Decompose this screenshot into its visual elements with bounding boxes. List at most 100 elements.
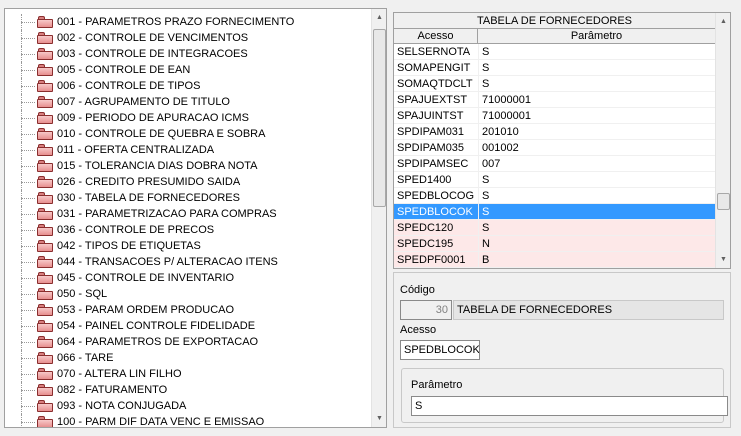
cell-parametro: S <box>482 62 490 74</box>
tree-item[interactable]: 002 - CONTROLE DE VENCIMENTOS <box>5 30 371 46</box>
cell-parametro: 201010 <box>482 126 519 138</box>
tree-item[interactable]: 005 - CONTROLE DE EAN <box>5 62 371 78</box>
grid-rows: SELSERNOTA S SOMAPENGIT S SOMAQTDCLT S SPAJUEX… <box>394 44 715 268</box>
tree-scrollbar[interactable]: ▲ ▼ <box>371 9 386 427</box>
tree-item[interactable]: 036 - CONTROLE DE PRECOS <box>5 222 371 238</box>
cell-acesso: SPED1400 <box>397 174 452 186</box>
tree-connector <box>21 54 35 55</box>
grid-row[interactable]: SPEDBLOCOG S <box>394 188 715 204</box>
codigo-field[interactable]: 30 <box>400 300 452 320</box>
grid-scrollbar[interactable]: ▲ ▼ <box>715 13 730 268</box>
tree-item[interactable]: 054 - PAINEL CONTROLE FIDELIDADE <box>5 318 371 334</box>
grid-row[interactable]: SPDIPAMSEC 007 <box>394 156 715 172</box>
tree-item[interactable]: 001 - PARAMETROS PRAZO FORNECIMENTO <box>5 14 371 30</box>
column-header-parametro[interactable]: Parâmetro <box>478 29 715 44</box>
cell-parametro: S <box>482 222 490 234</box>
tree-item[interactable]: 011 - OFERTA CENTRALIZADA <box>5 142 371 158</box>
tree-item[interactable]: 030 - TABELA DE FORNECEDORES <box>5 190 371 206</box>
folder-icon <box>37 80 53 92</box>
tree-item[interactable]: 093 - NOTA CONJUGADA <box>5 398 371 414</box>
grid-row[interactable]: SPEDPF0001 B <box>394 252 715 268</box>
tree-item[interactable]: 042 - TIPOS DE ETIQUETAS <box>5 238 371 254</box>
cell-acesso: SELSERNOTA <box>397 46 471 58</box>
tree-connector <box>21 246 35 247</box>
tree-item-label: 044 - TRANSACOES P/ ALTERACAO ITENS <box>57 256 278 268</box>
tree-item-label: 009 - PERIODO DE APURACAO ICMS <box>57 112 249 124</box>
arrow-down-icon[interactable]: ▼ <box>372 410 386 427</box>
tree-connector <box>21 342 35 343</box>
tree-connector <box>21 406 35 407</box>
parametro-label: Parâmetro <box>411 379 463 391</box>
acesso-label: Acesso <box>400 324 437 336</box>
tree-connector <box>21 134 35 135</box>
grid-header: Acesso Parâmetro <box>394 29 715 44</box>
grid-row[interactable]: SOMAQTDCLT S <box>394 76 715 92</box>
folder-icon <box>37 352 53 364</box>
grid-row[interactable]: SPED1400 S <box>394 172 715 188</box>
folder-icon <box>37 288 53 300</box>
tree-item[interactable]: 064 - PARAMETROS DE EXPORTACAO <box>5 334 371 350</box>
tree-item[interactable]: 082 - FATURAMENTO <box>5 382 371 398</box>
tree-item[interactable]: 015 - TOLERANCIA DIAS DOBRA NOTA <box>5 158 371 174</box>
tree-connector <box>21 198 35 199</box>
grid-row[interactable]: SPEDC195 N <box>394 236 715 252</box>
tree-item[interactable]: 010 - CONTROLE DE QUEBRA E SOBRA <box>5 126 371 142</box>
grid-row[interactable]: SPDIPAM031 201010 <box>394 124 715 140</box>
tree-item[interactable]: 006 - CONTROLE DE TIPOS <box>5 78 371 94</box>
tree-item[interactable]: 031 - PARAMETRIZACAO PARA COMPRAS <box>5 206 371 222</box>
cell-acesso: SPDIPAM031 <box>397 126 465 138</box>
tree-item[interactable]: 070 - ALTERA LIN FILHO <box>5 366 371 382</box>
grid-row[interactable]: SPAJUEXTST 71000001 <box>394 92 715 108</box>
arrow-up-icon[interactable]: ▲ <box>716 13 730 30</box>
parametro-field[interactable]: S <box>411 396 728 416</box>
cell-parametro: 001002 <box>482 142 519 154</box>
tree-connector <box>21 214 35 215</box>
tree-item[interactable]: 007 - AGRUPAMENTO DE TITULO <box>5 94 371 110</box>
tree-item[interactable]: 026 - CREDITO PRESUMIDO SAIDA <box>5 174 371 190</box>
tree-list: 001 - PARAMETROS PRAZO FORNECIMENTO 002 -… <box>5 14 371 427</box>
tree-item[interactable]: 003 - CONTROLE DE INTEGRACOES <box>5 46 371 62</box>
folder-icon <box>37 320 53 332</box>
folder-icon <box>37 96 53 108</box>
tree-item-label: 001 - PARAMETROS PRAZO FORNECIMENTO <box>57 16 295 28</box>
tree-item-label: 026 - CREDITO PRESUMIDO SAIDA <box>57 176 241 188</box>
tree-scroll-thumb[interactable] <box>373 29 386 207</box>
grid-row[interactable]: SPDIPAM035 001002 <box>394 140 715 156</box>
column-header-acesso[interactable]: Acesso <box>394 29 478 44</box>
cell-parametro: S <box>482 190 490 202</box>
folder-icon <box>37 144 53 156</box>
folder-icon <box>37 48 53 60</box>
tree-item[interactable]: 066 - TARE <box>5 350 371 366</box>
arrow-down-icon[interactable]: ▼ <box>716 251 730 268</box>
parameter-tree[interactable]: 001 - PARAMETROS PRAZO FORNECIMENTO 002 -… <box>4 8 387 428</box>
tree-connector <box>21 422 35 423</box>
grid-row[interactable]: SELSERNOTA S <box>394 44 715 60</box>
tree-item-label: 070 - ALTERA LIN FILHO <box>57 368 182 380</box>
tree-item-label: 066 - TARE <box>57 352 114 364</box>
tree-item[interactable]: 044 - TRANSACOES P/ ALTERACAO ITENS <box>5 254 371 270</box>
tree-connector <box>21 326 35 327</box>
folder-icon <box>37 256 53 268</box>
tree-item[interactable]: 009 - PERIODO DE APURACAO ICMS <box>5 110 371 126</box>
cell-acesso: SPAJUINTST <box>397 110 464 122</box>
tree-item-label: 002 - CONTROLE DE VENCIMENTOS <box>57 32 249 44</box>
grid-row-selected[interactable]: SPEDBLOCOK S <box>394 204 715 220</box>
cell-parametro: 007 <box>482 158 501 170</box>
cell-acesso: SPEDBLOCOK <box>397 206 473 218</box>
arrow-up-icon[interactable]: ▲ <box>372 9 386 26</box>
tree-connector <box>21 390 35 391</box>
tree-item[interactable]: 053 - PARAM ORDEM PRODUCAO <box>5 302 371 318</box>
grid-row[interactable]: SOMAPENGIT S <box>394 60 715 76</box>
tree-item[interactable]: 050 - SQL <box>5 286 371 302</box>
tree-item-label: 003 - CONTROLE DE INTEGRACOES <box>57 48 248 60</box>
acesso-field[interactable]: SPEDBLOCOK <box>400 340 480 360</box>
grid-scroll-thumb[interactable] <box>717 193 730 210</box>
grid-title: TABELA DE FORNECEDORES <box>394 13 715 29</box>
grid-row[interactable]: SPEDC120 S <box>394 220 715 236</box>
grid-row[interactable]: SPAJUINTST 71000001 <box>394 108 715 124</box>
parameter-grid[interactable]: TABELA DE FORNECEDORES Acesso Parâmetro … <box>393 12 731 269</box>
cell-acesso: SOMAPENGIT <box>397 62 471 74</box>
cell-acesso: SPDIPAM035 <box>397 142 465 154</box>
tree-item[interactable]: 045 - CONTROLE DE INVENTARIO <box>5 270 371 286</box>
tree-item[interactable]: 100 - PARM DIF DATA VENC E EMISSAO <box>5 414 371 427</box>
